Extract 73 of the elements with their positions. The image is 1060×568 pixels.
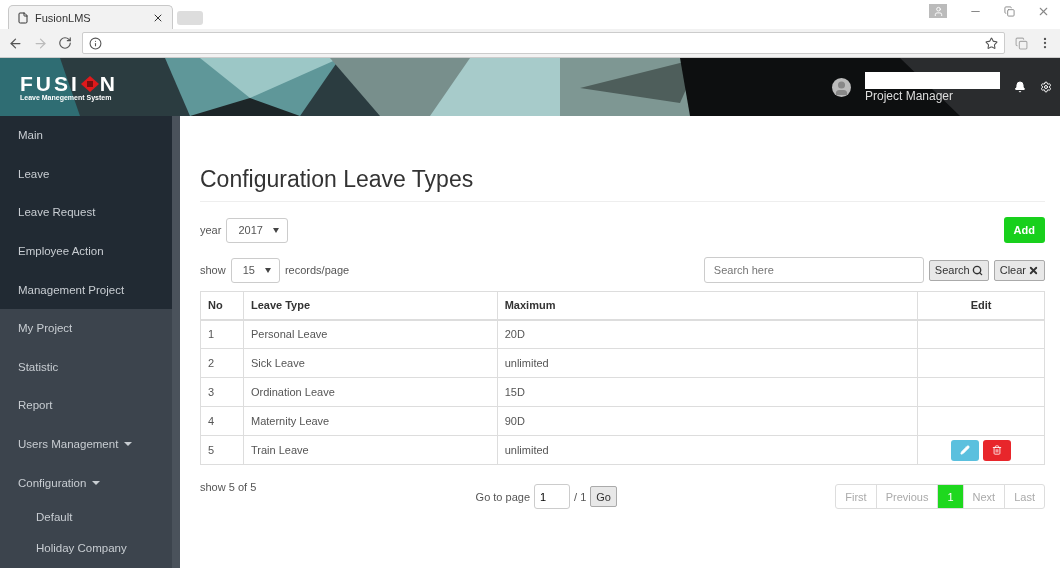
edit-button[interactable] [951, 439, 980, 461]
goto-label: Go to page [475, 490, 530, 503]
table-cell: unlimited [497, 435, 918, 465]
caret-icon [124, 442, 133, 447]
delete-button[interactable] [983, 439, 1012, 461]
star-icon[interactable] [985, 36, 998, 50]
sidebar-subitem[interactable]: Holiday Company [0, 532, 172, 564]
table-cell: 2 [200, 348, 244, 378]
sidebar-item[interactable]: Users Management [0, 424, 172, 464]
user-role: Project Manager [865, 88, 955, 103]
column-header: Maximum [497, 291, 918, 320]
table-cell: 3 [200, 377, 244, 407]
column-header: Edit [917, 291, 1045, 320]
page-size-select[interactable]: 15 [230, 257, 280, 283]
record-count: show 5 of 5 [200, 481, 257, 493]
menu-label: Users Management [18, 438, 119, 451]
restore-icon[interactable] [1004, 5, 1015, 17]
sidebar-item[interactable]: Main [0, 116, 172, 155]
records-label: records/page [284, 264, 350, 276]
sidebar-item[interactable]: Configuration [0, 463, 172, 502]
menu-label: Report [18, 399, 53, 412]
sidebar-item[interactable]: Leave [0, 154, 172, 194]
caret-icon [272, 227, 279, 233]
page-total: / 1 [574, 490, 587, 503]
table-cell: 20D [497, 319, 918, 349]
table-cell: Train Leave [243, 435, 498, 465]
table-cell: 1 [200, 319, 244, 349]
notification-icon[interactable] [1014, 81, 1026, 93]
settings-icon[interactable] [1040, 81, 1052, 93]
table-cell: Sick Leave [243, 348, 498, 378]
clear-button[interactable]: Clear [993, 259, 1045, 281]
menu-label: My Project [18, 322, 73, 335]
sidebar-item[interactable]: Management Project [0, 270, 172, 309]
logo-icon [79, 74, 100, 93]
show-label: show [200, 264, 226, 276]
close-icon [1028, 264, 1039, 276]
logo-title: FUSI N [20, 73, 118, 94]
browser-tab[interactable]: FusionLMS [8, 5, 173, 29]
table-cell: Maternity Leave [243, 406, 498, 436]
year-select[interactable]: 2017 [226, 217, 288, 243]
pencil-icon [960, 445, 971, 455]
go-button[interactable]: Go [590, 486, 617, 507]
search-field[interactable]: Search here [703, 257, 924, 283]
sidebar-item[interactable]: Report [0, 386, 172, 425]
info-icon [89, 36, 102, 50]
table-cell: 15D [497, 377, 918, 407]
sidebar-item[interactable]: Leave Request [0, 193, 172, 232]
caret-icon [264, 267, 271, 273]
sidebar-subitem[interactable]: Default [0, 501, 172, 533]
page-title: Configuration Leave Types [200, 166, 1045, 202]
search-button[interactable]: Search [928, 259, 989, 281]
menu-label: Configuration [18, 476, 87, 489]
back-icon[interactable] [8, 35, 23, 51]
trash-icon [992, 445, 1003, 455]
page-field[interactable]: 1 [534, 484, 570, 509]
table-cell: 4 [200, 406, 244, 436]
sidebar-item[interactable]: Statistic [0, 347, 172, 387]
page-icon [17, 11, 29, 24]
reload-icon[interactable] [58, 36, 72, 50]
extension-icon[interactable] [1015, 36, 1028, 50]
table-cell: 5 [200, 435, 244, 465]
table-cell: Personal Leave [243, 319, 498, 349]
column-header: No [200, 291, 244, 320]
sidebar-item[interactable]: Employee Action [0, 231, 172, 271]
year-label: year [200, 224, 222, 236]
table-cell: Ordination Leave [243, 377, 498, 407]
search-icon [971, 264, 983, 276]
caret-icon [92, 480, 101, 485]
table-cell: 90D [497, 406, 918, 436]
sidebar-item[interactable]: My Project [0, 308, 172, 348]
table-cell: unlimited [497, 348, 918, 378]
menu-label: Statistic [18, 360, 59, 373]
column-header: Leave Type [243, 291, 498, 320]
